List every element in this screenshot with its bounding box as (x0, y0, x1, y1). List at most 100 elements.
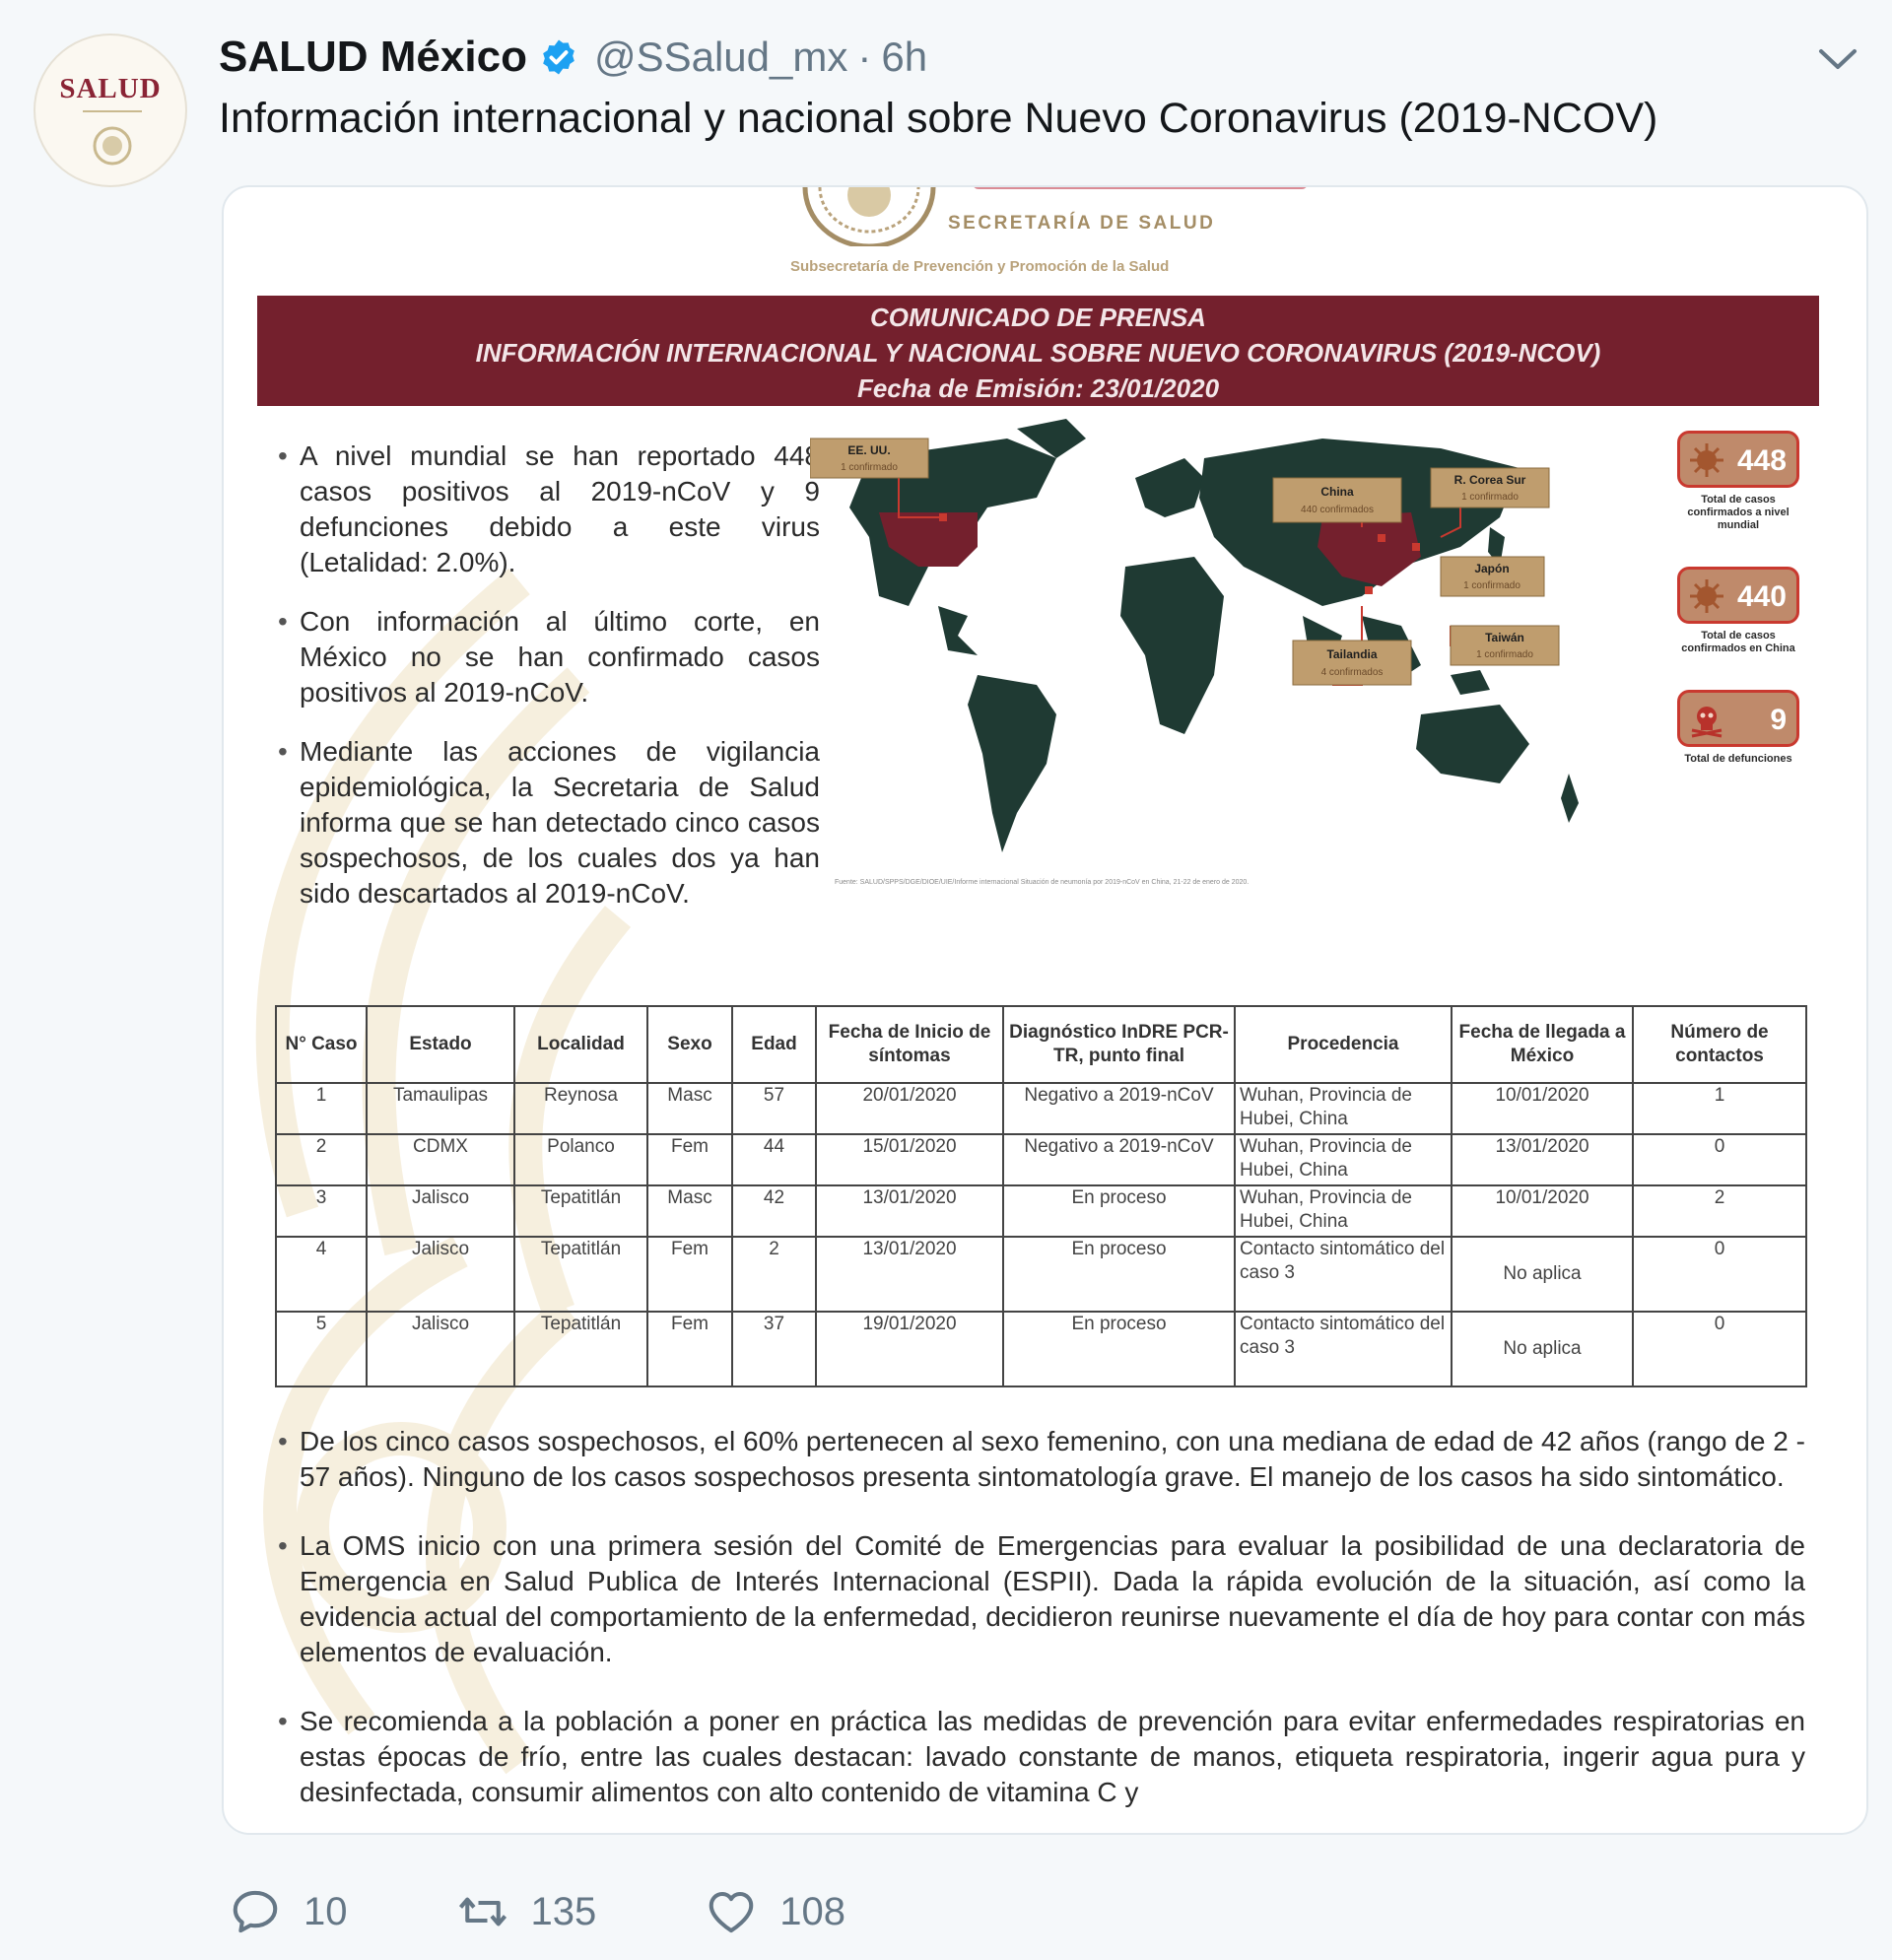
table-cell: En proceso (1002, 1311, 1236, 1387)
map-label-usa: EE. UU. (847, 443, 890, 457)
col-header: Procedencia (1234, 1005, 1453, 1084)
timestamp[interactable]: 6h (881, 34, 927, 81)
col-header: Edad (731, 1005, 817, 1084)
skull-icon (1691, 707, 1723, 738)
table-cell: No aplica (1451, 1236, 1634, 1313)
col-header: Localidad (513, 1005, 648, 1084)
table-cell: Masc (646, 1184, 733, 1238)
table-cell: 5 (275, 1311, 368, 1387)
table-row: 5 Jalisco Tepatitlán Fem 37 19/01/2020 E… (275, 1311, 1807, 1387)
stat-world-cases: 448 Total de casos confirmados a nivel m… (1677, 431, 1805, 532)
table-cell: 0 (1632, 1133, 1807, 1186)
separator: · (857, 34, 872, 80)
stat-box: 9 (1677, 690, 1799, 747)
map-detail-japan: 1 confirmado (1463, 580, 1520, 591)
stat-value: 440 (1736, 580, 1787, 613)
banner-line-2: INFORMACIÓN INTERNACIONAL Y NACIONAL SOB… (475, 338, 1601, 368)
stat-value: 448 (1736, 444, 1787, 477)
cases-table: N° Caso Estado Localidad Sexo Edad Fecha… (275, 1005, 1807, 1387)
table-cell: 1 (1632, 1082, 1807, 1135)
table-row: 4 Jalisco Tepatitlán Fem 2 13/01/2020 En… (275, 1236, 1807, 1313)
table-cell: Fem (646, 1236, 733, 1313)
stat-china-cases: 440 Total de casos confirmados en China (1677, 567, 1805, 655)
map-source: Fuente: SALUD/SPPS/DGE/DIOE/UIE/Informe … (835, 879, 1250, 886)
mexico-seal-icon (802, 187, 936, 246)
table-row: 1 Tamaulipas Reynosa Masc 57 20/01/2020 … (275, 1082, 1807, 1135)
table-cell: Negativo a 2019-nCoV (1002, 1082, 1236, 1135)
col-header: Diagnóstico InDRE PCR-TR, punto final (1002, 1005, 1236, 1084)
map-label-korea: R. Corea Sur (1454, 473, 1526, 487)
tweet-media[interactable]: SECRETARÍA DE SALUD Subsecretaría de Pre… (222, 185, 1868, 1835)
table-header-row: N° Caso Estado Localidad Sexo Edad Fecha… (275, 1005, 1807, 1084)
table-cell: Reynosa (513, 1082, 648, 1135)
table-cell: 10/01/2020 (1451, 1184, 1634, 1238)
col-header: Fecha de Inicio de síntomas (815, 1005, 1004, 1084)
bullet-mexico-cases: Con información al último corte, en Méxi… (278, 604, 820, 710)
table-cell: 2 (275, 1133, 368, 1186)
table-row: 3 Jalisco Tepatitlán Masc 42 13/01/2020 … (275, 1184, 1807, 1238)
doc-org: SECRETARÍA DE SALUD (948, 213, 1216, 234)
table-cell: 44 (731, 1133, 817, 1186)
stat-desc: Total de casos confirmados en China (1681, 630, 1795, 654)
avatar[interactable]: SALUD (34, 34, 187, 187)
virus-icon (1690, 579, 1723, 613)
table-cell: 57 (731, 1082, 817, 1135)
like-button[interactable]: 108 (705, 1885, 845, 1938)
table-cell: En proceso (1002, 1236, 1236, 1313)
table-cell: CDMX (366, 1133, 515, 1186)
table-cell: 37 (731, 1311, 817, 1387)
stat-desc: Total de casos confirmados a nivel mundi… (1687, 494, 1790, 531)
retweet-count: 135 (530, 1889, 597, 1933)
table-cell: 42 (731, 1184, 817, 1238)
table-cell: 0 (1632, 1236, 1807, 1313)
chevron-down-icon[interactable] (1815, 43, 1860, 73)
map-detail-taiwan: 1 confirmado (1476, 649, 1533, 660)
reply-button[interactable]: 10 (229, 1885, 348, 1938)
stat-value: 9 (1770, 704, 1787, 736)
display-name[interactable]: SALUD México (219, 33, 527, 82)
bullet-suspected: Mediante las acciones de vigilancia epid… (278, 734, 820, 912)
banner-line-1: COMUNICADO DE PRENSA (870, 303, 1206, 332)
table-cell: Contacto sintomático del caso 3 (1234, 1311, 1453, 1387)
table-cell: Negativo a 2019-nCoV (1002, 1133, 1236, 1186)
tweet-header: SALUD México @SSalud_mx · 6h (219, 28, 927, 87)
table-cell: 2 (731, 1236, 817, 1313)
table-cell: 0 (1632, 1311, 1807, 1387)
bullets-bottom: De los cinco casos sospechosos, el 60% p… (278, 1424, 1805, 1833)
stat-desc: Total de defunciones (1684, 753, 1792, 765)
table-cell: 3 (275, 1184, 368, 1238)
table-cell: 2 (1632, 1184, 1807, 1238)
table-cell: No aplica (1451, 1311, 1634, 1387)
map-detail-thailand: 4 confirmados (1321, 667, 1384, 678)
handle[interactable]: @SSalud_mx (594, 34, 847, 81)
table-cell: En proceso (1002, 1184, 1236, 1238)
table-cell: 1 (275, 1082, 368, 1135)
retweet-icon (458, 1897, 507, 1926)
table-cell: 19/01/2020 (815, 1311, 1004, 1387)
bullet-demographics: De los cinco casos sospechosos, el 60% p… (278, 1424, 1805, 1495)
table-cell: Wuhan, Provincia de Hubei, China (1234, 1082, 1453, 1135)
reply-icon (233, 1890, 278, 1933)
world-map: EE. UU. 1 confirmado China 440 confirmad… (810, 419, 1579, 852)
table-cell: 10/01/2020 (1451, 1082, 1634, 1135)
table-cell: Wuhan, Provincia de Hubei, China (1234, 1133, 1453, 1186)
table-cell: 13/01/2020 (1451, 1133, 1634, 1186)
retweet-button[interactable]: 135 (456, 1885, 597, 1938)
virus-icon (1690, 443, 1723, 477)
tweet: SALUD SALUD México @SSalud_mx · 6h Infor… (0, 0, 1892, 1960)
table-cell: Contacto sintomático del caso 3 (1234, 1236, 1453, 1313)
avatar-divider (83, 110, 142, 112)
col-header: Sexo (646, 1005, 733, 1084)
map-detail-korea: 1 confirmado (1461, 492, 1519, 503)
table-cell: 20/01/2020 (815, 1082, 1004, 1135)
table-cell: Wuhan, Provincia de Hubei, China (1234, 1184, 1453, 1238)
reply-count: 10 (304, 1889, 348, 1933)
table-cell: Tamaulipas (366, 1082, 515, 1135)
col-header: Estado (366, 1005, 515, 1084)
press-banner: COMUNICADO DE PRENSA INFORMACIÓN INTERNA… (257, 296, 1819, 406)
map-detail-china: 440 confirmados (1301, 505, 1374, 515)
table-cell: 13/01/2020 (815, 1236, 1004, 1313)
like-count: 108 (779, 1889, 845, 1933)
map-label-taiwan: Taiwán (1485, 631, 1524, 644)
avatar-seal-icon (93, 126, 132, 166)
